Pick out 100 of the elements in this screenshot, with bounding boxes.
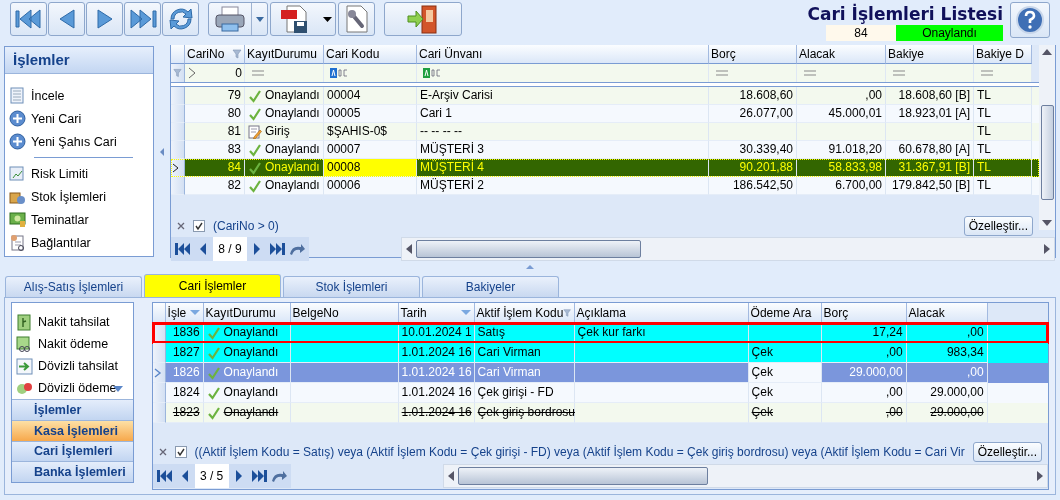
column-header[interactable]: Ödeme Ara xyxy=(748,303,822,323)
highlighted-row[interactable]: 1836 Onaylandı 10.01.2024 1 Satış Çek kur farkı 17,24 ,00 xyxy=(152,323,1048,343)
filter-expression: (CariNo > 0) xyxy=(213,219,279,233)
first-button[interactable] xyxy=(10,2,47,36)
plus-icon xyxy=(9,133,26,150)
panel-item[interactable]: Yeni Cari xyxy=(9,107,153,130)
table-row[interactable]: 1826 Onaylandı 1.01.2024 16 Cari Virman Çek 29.000,00 ,00 xyxy=(152,363,1048,383)
panel-item[interactable]: Yeni Şahıs Cari xyxy=(9,130,153,153)
contact-icon xyxy=(9,234,26,251)
exit-button[interactable] xyxy=(384,2,462,36)
filter-value[interactable]: 0 xyxy=(235,66,242,80)
record-status: Onaylandı xyxy=(896,25,1003,41)
refresh-button[interactable] xyxy=(162,2,199,36)
column-header[interactable]: Alacak xyxy=(797,45,886,64)
column-header[interactable]: KayıtDurumu xyxy=(203,303,291,323)
table-row[interactable]: 1827 Onaylandı 1.01.2024 16 Cari Virman Çek ,00 983,34 xyxy=(152,343,1048,363)
plus-icon xyxy=(9,110,26,127)
panel-item[interactable]: Stok İşlemleri xyxy=(9,185,153,208)
panel-item[interactable]: Bağlantılar xyxy=(9,231,153,254)
tab[interactable]: Bakiyeler xyxy=(422,276,559,297)
customize-button[interactable]: Özelleştir... xyxy=(963,216,1033,236)
table-row[interactable]: 84 Onaylandı 00008 MÜŞTERİ 4 90.201,88 58.833,98 31.367,91 [B] TL xyxy=(171,159,1039,177)
tab[interactable]: Cari İşlemler xyxy=(144,274,281,297)
last-icon xyxy=(268,242,286,256)
group-button[interactable]: Banka İşlemleri xyxy=(12,461,133,482)
table-row[interactable]: 81 Giriş $ŞAHIS-0$ -- -- -- -- TL xyxy=(171,123,1039,141)
horizontal-scrollbar[interactable] xyxy=(442,464,1048,488)
previous-button[interactable] xyxy=(48,2,85,36)
check-icon xyxy=(248,88,262,103)
column-header[interactable]: Bakiye xyxy=(886,45,974,64)
row-indicator[interactable] xyxy=(152,363,166,383)
right-arrow-icon xyxy=(1044,244,1050,254)
next-button[interactable] xyxy=(86,2,123,36)
down-arrow-icon xyxy=(1042,220,1052,226)
tab[interactable]: Alış-Satış İşlemleri xyxy=(5,276,142,297)
table-row[interactable]: 79 Onaylandı 00004 E-Arşiv Carisi 18.608,60 ,00 18.608,60 [B] TL xyxy=(171,87,1039,105)
exit-door-icon xyxy=(406,4,440,34)
table-row[interactable]: 83 Onaylandı 00007 MÜŞTERİ 3 30.339,40 91.018,20 60.678,80 [A] TL xyxy=(171,141,1039,159)
check-icon xyxy=(248,142,262,157)
column-header[interactable]: Borç xyxy=(821,303,907,323)
check-icon xyxy=(206,365,221,380)
tab[interactable]: Stok İşlemleri xyxy=(283,276,420,297)
column-header[interactable]: Tarih xyxy=(398,303,475,323)
vertical-scrollbar[interactable] xyxy=(1039,45,1055,230)
column-header[interactable]: BelgeNo xyxy=(290,303,399,323)
arrow-box-icon xyxy=(16,357,33,375)
customize-button[interactable]: Özelleştir... xyxy=(972,442,1042,462)
column-header[interactable]: KayıtDurumu xyxy=(245,45,324,64)
row-indicator[interactable] xyxy=(171,159,185,177)
filter-icon xyxy=(232,49,242,59)
action-item[interactable]: Dövizli ödeme xyxy=(16,377,133,399)
table-cell: Çek giriş bordrosu xyxy=(474,403,575,423)
check-icon xyxy=(248,178,262,193)
last-button[interactable] xyxy=(124,2,161,36)
column-header[interactable]: Aktif İşlem Kodu xyxy=(474,303,575,323)
panel-item[interactable]: İncele xyxy=(9,84,153,107)
panel-item[interactable]: Risk Limiti xyxy=(9,162,153,185)
column-header[interactable]: Cari Kodu xyxy=(324,45,417,64)
curved-arrow-icon xyxy=(288,242,306,256)
group-button[interactable]: Kasa İşlemleri xyxy=(12,419,133,441)
group-button[interactable]: İşlemler xyxy=(12,399,133,420)
first-icon xyxy=(13,8,44,30)
tools-button[interactable] xyxy=(338,2,375,36)
action-item[interactable]: Nakit tahsilat xyxy=(16,311,133,333)
action-item[interactable]: Nakit ödeme xyxy=(16,333,133,355)
table-row[interactable]: 82 Onaylandı 00006 MÜŞTERİ 2 186.542,50 6.700,00 179.842,50 [B] TL xyxy=(171,177,1039,195)
group-button[interactable]: Cari İşlemleri xyxy=(12,440,133,462)
money-icon xyxy=(9,211,26,228)
filter-checkbox[interactable] xyxy=(174,446,187,458)
check-icon xyxy=(206,405,221,420)
row-pointer-icon xyxy=(153,367,162,378)
row-indicator[interactable] xyxy=(152,323,166,343)
table-cell: ,00 xyxy=(821,403,907,423)
column-header[interactable]: Açıklama xyxy=(574,303,749,323)
record-number: 84 xyxy=(826,25,896,41)
column-header[interactable]: İşle xyxy=(165,303,204,323)
collapse-icon[interactable] xyxy=(160,147,164,156)
column-header[interactable]: CariNo xyxy=(185,45,245,64)
column-header[interactable]: Bakiye D xyxy=(974,45,1032,64)
horizontal-scrollbar[interactable] xyxy=(401,237,1055,261)
close-icon xyxy=(177,222,185,230)
column-header[interactable]: Borç xyxy=(709,45,797,64)
check-icon xyxy=(248,160,262,175)
panel-item[interactable]: Teminatlar xyxy=(9,208,153,231)
pdf-save-button[interactable] xyxy=(270,2,336,36)
table-row[interactable]: 80 Onaylandı 00005 Cari 1 26.077,00 45.000,01 18.923,01 [A] TL xyxy=(171,105,1039,123)
help-button[interactable] xyxy=(1010,2,1050,38)
table-row[interactable]: 1824 Onaylandı 1.01.2024 16 Çek girişi - FD Çek ,00 29.000,00 xyxy=(152,383,1048,403)
table-row[interactable]: 1823 Onaylandı 1.01.2024 16 Çek giriş bordrosu Çek ,00 29.000,00 xyxy=(152,403,1048,423)
table-cell: 00006 xyxy=(324,177,417,195)
sort-icon xyxy=(188,309,201,316)
print-button[interactable] xyxy=(208,2,268,36)
column-header[interactable]: Alacak xyxy=(906,303,988,323)
column-header[interactable]: Cari Ünvanı xyxy=(417,45,709,64)
status-cell: Onaylandı xyxy=(245,177,324,195)
table-cell: 00008 xyxy=(324,159,417,177)
curved-arrow-icon xyxy=(269,469,288,483)
filter-expression: ((Aktif İşlem Kodu = Satış) veya (Aktif İşlem Kodu = Çek girişi - FD) veya (Aktif İşlem Kodu = Çek giriş bordrosu) veya (Aktif İşlem Kodu = Cari Vir xyxy=(194,445,965,459)
filter-checkbox[interactable] xyxy=(193,220,205,232)
action-item[interactable]: Dövizli tahsilat xyxy=(16,355,133,377)
